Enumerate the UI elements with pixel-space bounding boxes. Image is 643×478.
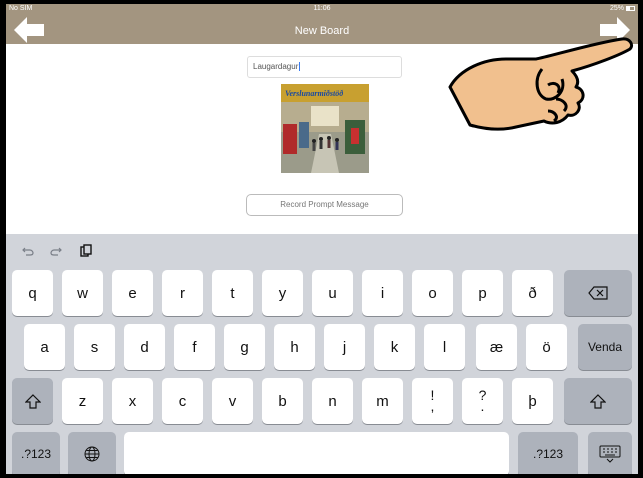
board-image[interactable]: Verslunarmiðstöð: [281, 84, 369, 173]
key-exclaim-comma[interactable]: ! ,: [412, 378, 453, 424]
key-x[interactable]: x: [112, 378, 153, 424]
space-key[interactable]: [124, 432, 509, 474]
paste-icon[interactable]: [80, 244, 92, 257]
keyboard: q w e r t y u i o p ð a s d f g h j k l …: [6, 234, 638, 474]
shift-icon: [24, 393, 41, 409]
key-n[interactable]: n: [312, 378, 353, 424]
backspace-icon: [588, 286, 608, 300]
key-l[interactable]: l: [424, 324, 465, 370]
key-j[interactable]: j: [324, 324, 365, 370]
key-a[interactable]: a: [24, 324, 65, 370]
key-t[interactable]: t: [212, 270, 253, 316]
key-o-umlaut[interactable]: ö: [526, 324, 567, 370]
delete-key[interactable]: [564, 270, 632, 316]
battery-icon: [626, 6, 635, 11]
keyboard-dismiss-icon: [599, 445, 621, 463]
key-y[interactable]: y: [262, 270, 303, 316]
key-q[interactable]: q: [12, 270, 53, 316]
key-eth[interactable]: ð: [512, 270, 553, 316]
key-z[interactable]: z: [62, 378, 103, 424]
record-prompt-button[interactable]: Record Prompt Message: [246, 194, 403, 216]
key-bottom-char: ,: [430, 398, 435, 414]
shift-icon: [590, 393, 606, 409]
key-g[interactable]: g: [224, 324, 265, 370]
numbers-key-left[interactable]: .?123: [12, 432, 60, 474]
battery-label: 25%: [609, 5, 624, 12]
key-p[interactable]: p: [462, 270, 503, 316]
key-w[interactable]: w: [62, 270, 103, 316]
key-v[interactable]: v: [212, 378, 253, 424]
text-caret: [299, 62, 301, 72]
key-e[interactable]: e: [112, 270, 153, 316]
board-name-input[interactable]: Laugardagur: [247, 56, 402, 78]
globe-key[interactable]: [68, 432, 116, 474]
key-o[interactable]: o: [412, 270, 453, 316]
key-c[interactable]: c: [162, 378, 203, 424]
redo-icon[interactable]: [50, 244, 62, 256]
key-u[interactable]: u: [312, 270, 353, 316]
undo-icon[interactable]: [22, 244, 34, 256]
shift-key-left[interactable]: [12, 378, 53, 424]
key-r[interactable]: r: [162, 270, 203, 316]
globe-icon: [84, 446, 100, 462]
board-name-value: Laugardagur: [253, 62, 299, 71]
key-d[interactable]: d: [124, 324, 165, 370]
key-bottom-char: .: [480, 398, 485, 414]
shift-key-right[interactable]: [564, 378, 632, 424]
numbers-key-right[interactable]: .?123: [518, 432, 578, 474]
mall-photo: Verslunarmiðstöð: [281, 84, 369, 173]
pointing-hand-icon: [448, 37, 634, 131]
key-f[interactable]: f: [174, 324, 215, 370]
key-thorn[interactable]: þ: [512, 378, 553, 424]
key-h[interactable]: h: [274, 324, 315, 370]
hide-keyboard-key[interactable]: [588, 432, 632, 474]
key-i[interactable]: i: [362, 270, 403, 316]
key-question-period[interactable]: ? .: [462, 378, 503, 424]
screen: No SIM 11:06 25% New Board Laugardagur V…: [6, 4, 638, 474]
key-k[interactable]: k: [374, 324, 415, 370]
key-ae[interactable]: æ: [476, 324, 517, 370]
status-time: 11:06: [313, 5, 331, 12]
key-s[interactable]: s: [74, 324, 115, 370]
return-key[interactable]: Venda: [578, 324, 632, 370]
key-b[interactable]: b: [262, 378, 303, 424]
svg-text:Verslunarmiðstöð: Verslunarmiðstöð: [285, 89, 343, 98]
key-m[interactable]: m: [362, 378, 403, 424]
